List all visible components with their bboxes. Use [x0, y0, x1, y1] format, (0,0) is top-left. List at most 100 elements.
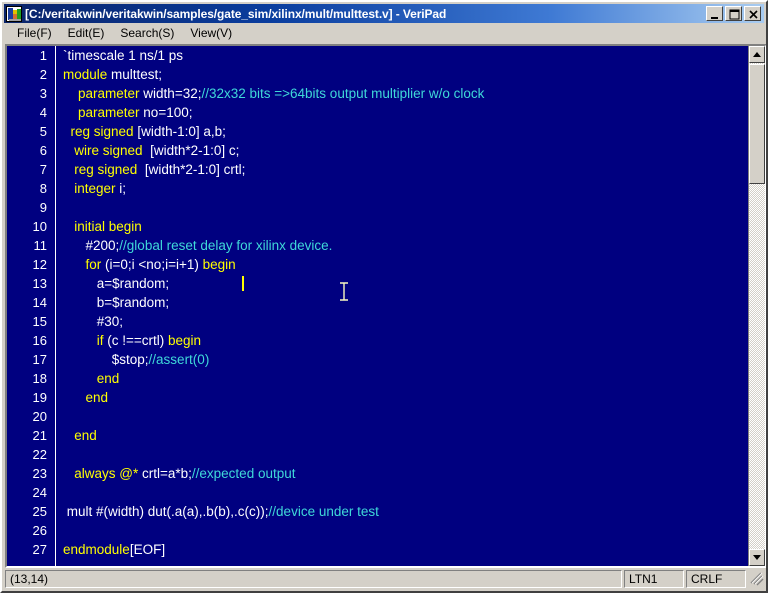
line-text: mult #(width) dut(.a(a),.b(b),.c(c));//d… — [63, 502, 379, 521]
code-text: [EOF] — [129, 542, 166, 557]
code-text: multtest; — [107, 67, 163, 82]
code-editor[interactable]: 1 `timescale 1 ns/1 ps 2 module multtest; 3 … — [7, 46, 748, 566]
line-text: if (c !==crtl) begin — [63, 331, 201, 350]
minimize-button[interactable] — [706, 6, 723, 21]
resize-grip[interactable] — [748, 570, 764, 588]
code-line[interactable]: 27 endmodule[EOF] — [7, 540, 748, 559]
maximize-icon — [729, 9, 740, 20]
code-line[interactable]: 16 if (c !==crtl) begin — [7, 331, 748, 350]
scroll-up-button[interactable] — [749, 46, 765, 63]
code-text: i; — [115, 181, 127, 196]
line-number: 19 — [32, 390, 47, 405]
code-line[interactable]: 14 b=$random; — [7, 293, 748, 312]
text-caret — [242, 276, 244, 291]
code-line[interactable]: 21 end — [7, 426, 748, 445]
line-number: 18 — [32, 371, 47, 386]
code-line[interactable]: 26 — [7, 521, 748, 540]
minimize-icon — [711, 17, 718, 19]
status-line-ending: CRLF — [686, 570, 746, 588]
code-line[interactable]: 11 #200;//global reset delay for xilinx … — [7, 236, 748, 255]
code-keyword: end — [85, 390, 109, 405]
code-keyword: initial begin — [74, 219, 142, 234]
line-number: 10 — [32, 219, 47, 234]
maximize-button[interactable] — [725, 6, 742, 21]
code-text: crtl=a*b; — [138, 466, 192, 481]
code-line[interactable]: 12 for (i=0;i <no;i=i+1) begin — [7, 255, 748, 274]
line-number: 16 — [32, 333, 47, 348]
scroll-up-icon — [753, 52, 761, 57]
code-line[interactable]: 3 parameter width=32;//32x32 bits =>64bi… — [7, 84, 748, 103]
window-title: [C:/veritakwin/veritakwin/samples/gate_s… — [25, 6, 447, 21]
code-line[interactable]: 10 initial begin — [7, 217, 748, 236]
code-text: [width*2-1:0] c; — [142, 143, 240, 158]
code-line[interactable]: 6 wire signed [width*2-1:0] c; — [7, 141, 748, 160]
line-text: #30; — [63, 312, 123, 331]
line-text: for (i=0;i <no;i=i+1) begin — [63, 255, 236, 274]
code-line[interactable]: 9 — [7, 198, 748, 217]
line-number: 15 — [32, 314, 47, 329]
close-icon — [749, 10, 758, 19]
line-text: $stop;//assert(0) — [63, 350, 210, 369]
code-line[interactable]: 24 — [7, 483, 748, 502]
code-keyword: parameter — [78, 105, 140, 120]
line-number: 7 — [39, 162, 47, 177]
status-bar: (13,14) LTN1 CRLF — [4, 569, 764, 589]
line-number: 12 — [32, 257, 47, 272]
code-line[interactable]: 2 module multtest; — [7, 65, 748, 84]
menu-item-view[interactable]: View(V) — [182, 24, 240, 42]
code-line[interactable]: 19 end — [7, 388, 748, 407]
code-keyword: integer — [74, 181, 116, 196]
code-line[interactable]: 25 mult #(width) dut(.a(a),.b(b),.c(c));… — [7, 502, 748, 521]
code-line[interactable]: 4 parameter no=100; — [7, 103, 748, 122]
line-number: 17 — [32, 352, 47, 367]
code-text: #200; — [63, 238, 120, 253]
code-line[interactable]: 17 $stop;//assert(0) — [7, 350, 748, 369]
scrollbar-thumb[interactable] — [749, 64, 765, 184]
code-keyword: for — [85, 257, 102, 272]
menu-bar: File(F) Edit(E) Search(S) View(V) — [4, 23, 764, 43]
code-line[interactable]: 15 #30; — [7, 312, 748, 331]
line-text: always @* crtl=a*b;//expected output — [63, 464, 295, 483]
code-text: a=$random; — [63, 276, 170, 291]
code-comment: //device under test — [268, 504, 379, 519]
code-keyword: end — [74, 428, 97, 443]
code-text: #30; — [63, 314, 124, 329]
code-line[interactable]: 7 reg signed [width*2-1:0] crtl; — [7, 160, 748, 179]
title-bar[interactable]: [C:/veritakwin/veritakwin/samples/gate_s… — [4, 4, 764, 23]
line-text: end — [63, 369, 120, 388]
code-keyword: endmodule — [63, 542, 130, 557]
scroll-down-button[interactable] — [749, 549, 765, 566]
code-keyword: module — [63, 67, 108, 82]
close-button[interactable] — [744, 6, 761, 21]
code-line[interactable]: 13 a=$random; — [7, 274, 748, 293]
line-text: #200;//global reset delay for xilinx dev… — [63, 236, 333, 255]
line-text: parameter width=32;//32x32 bits =>64bits… — [63, 84, 484, 103]
code-line[interactable]: 22 — [7, 445, 748, 464]
code-line[interactable]: 20 — [7, 407, 748, 426]
code-line[interactable]: 18 end — [7, 369, 748, 388]
code-line[interactable]: 1 `timescale 1 ns/1 ps — [7, 46, 748, 65]
code-keyword: wire signed — [74, 143, 143, 158]
code-keyword: reg signed — [74, 162, 138, 177]
code-comment: //32x32 bits =>64bits output multiplier … — [201, 86, 485, 101]
menu-item-edit[interactable]: Edit(E) — [60, 24, 113, 42]
code-line[interactable]: 5 reg signed [width-1:0] a,b; — [7, 122, 748, 141]
line-number: 20 — [32, 409, 47, 424]
code-text: b=$random; — [63, 295, 170, 310]
code-text: no=100; — [139, 105, 193, 120]
code-line[interactable]: 23 always @* crtl=a*b;//expected output — [7, 464, 748, 483]
vertical-scrollbar[interactable] — [748, 46, 765, 566]
menu-item-search[interactable]: Search(S) — [112, 24, 182, 42]
line-text: a=$random; — [63, 274, 169, 293]
menu-item-file[interactable]: File(F) — [9, 24, 60, 42]
code-line[interactable]: 8 integer i; — [7, 179, 748, 198]
line-number: 23 — [32, 466, 47, 481]
code-keyword: begin — [168, 333, 202, 348]
